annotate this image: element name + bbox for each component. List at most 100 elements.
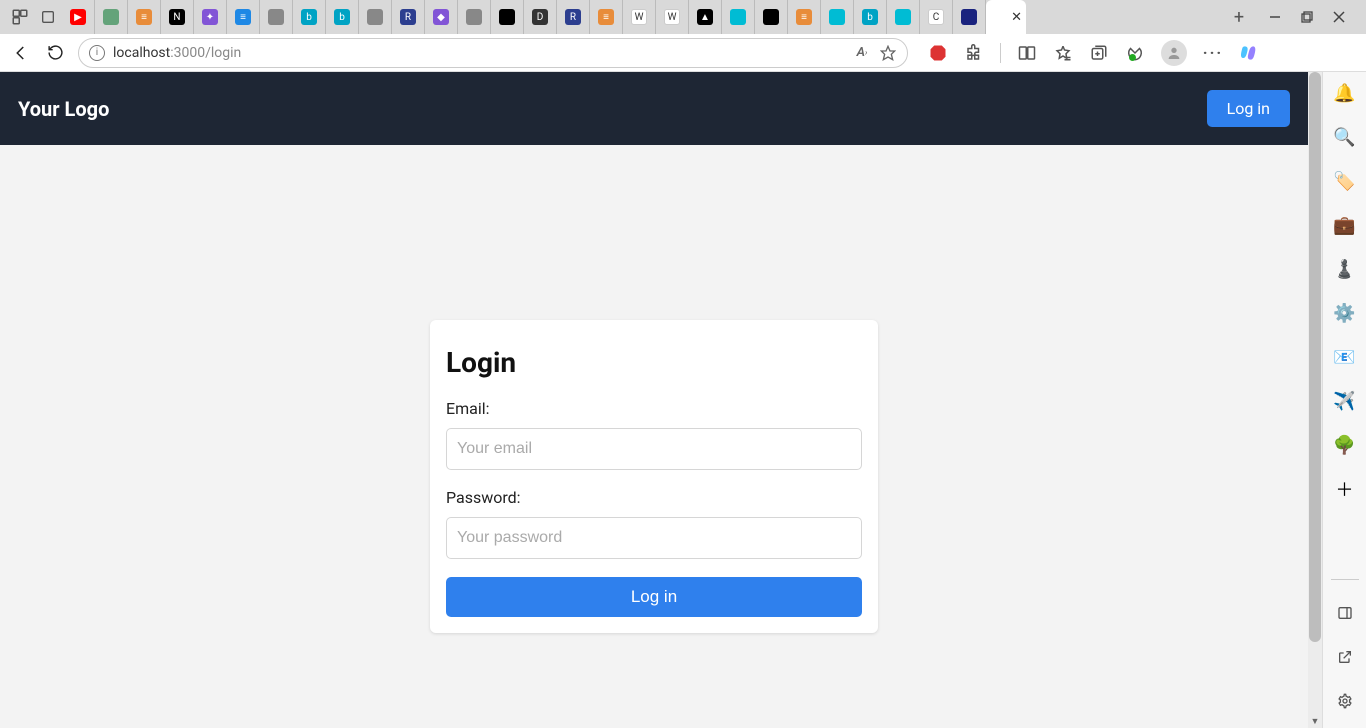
games-icon[interactable]: ♟️ bbox=[1334, 258, 1356, 280]
login-title: Login bbox=[446, 346, 862, 379]
url-text: localhost:3000/login bbox=[113, 45, 241, 61]
browser-tab[interactable]: ≡ bbox=[590, 0, 623, 34]
extensions-icon[interactable] bbox=[964, 43, 984, 63]
header-login-button[interactable]: Log in bbox=[1207, 90, 1290, 127]
password-field[interactable] bbox=[446, 517, 862, 559]
browser-tab[interactable] bbox=[821, 0, 854, 34]
submit-login-button[interactable]: Log in bbox=[446, 577, 862, 617]
copilot-icon[interactable] bbox=[1239, 43, 1259, 63]
microsoft365-icon[interactable]: ⚙️ bbox=[1334, 302, 1356, 324]
tab-favicon-icon bbox=[763, 9, 779, 25]
browser-tab[interactable]: ≡ bbox=[788, 0, 821, 34]
browser-tab[interactable] bbox=[491, 0, 524, 34]
tab-favicon-icon bbox=[466, 9, 482, 25]
workspaces-icon[interactable] bbox=[8, 5, 32, 29]
browser-tab-active[interactable]: ✕ bbox=[986, 0, 1026, 34]
browser-tab[interactable] bbox=[887, 0, 920, 34]
send-icon[interactable]: ✈️ bbox=[1334, 390, 1356, 412]
browser-tab[interactable] bbox=[95, 0, 128, 34]
browser-tab[interactable]: C bbox=[920, 0, 953, 34]
adblock-icon[interactable] bbox=[928, 43, 948, 63]
favorite-star-icon[interactable] bbox=[879, 44, 897, 62]
tab-favicon-icon: b bbox=[334, 9, 350, 25]
browser-tab[interactable]: ▲ bbox=[689, 0, 722, 34]
add-sidebar-icon[interactable]: ＋ bbox=[1334, 478, 1356, 500]
sidebar-settings-icon[interactable] bbox=[1334, 690, 1356, 712]
tab-favicon-icon bbox=[499, 9, 515, 25]
split-screen-icon[interactable] bbox=[1017, 43, 1037, 63]
tab-favicon-icon: ≡ bbox=[235, 9, 251, 25]
browser-tab[interactable]: ▶ bbox=[62, 0, 95, 34]
window-minimize-button[interactable] bbox=[1268, 10, 1282, 24]
tools-icon[interactable]: 💼 bbox=[1334, 214, 1356, 236]
back-button[interactable] bbox=[10, 42, 32, 64]
favorites-icon[interactable] bbox=[1053, 43, 1073, 63]
browser-tab[interactable]: R bbox=[557, 0, 590, 34]
tab-favicon-icon: ≡ bbox=[136, 9, 152, 25]
search-icon[interactable]: 🔍 bbox=[1334, 126, 1356, 148]
tab-favicon-icon: b bbox=[301, 9, 317, 25]
performance-icon[interactable] bbox=[1125, 43, 1145, 63]
refresh-button[interactable] bbox=[44, 42, 66, 64]
new-tab-button[interactable]: + bbox=[1224, 2, 1254, 32]
scroll-down-arrow[interactable]: ▼ bbox=[1308, 714, 1322, 728]
browser-tab[interactable]: W bbox=[623, 0, 656, 34]
address-bar[interactable]: i localhost:3000/login A› bbox=[78, 38, 908, 68]
browser-tab[interactable]: ≡ bbox=[227, 0, 260, 34]
browser-tab[interactable] bbox=[953, 0, 986, 34]
collections-icon[interactable] bbox=[1089, 43, 1109, 63]
close-tab-icon[interactable]: ✕ bbox=[1011, 10, 1022, 25]
tab-actions-icon[interactable] bbox=[36, 5, 60, 29]
more-menu-icon[interactable]: ··· bbox=[1203, 43, 1223, 63]
email-label: Email: bbox=[446, 399, 862, 418]
site-info-icon[interactable]: i bbox=[89, 45, 105, 61]
browser-tab[interactable]: D bbox=[524, 0, 557, 34]
scrollbar-track[interactable]: ▲ ▼ bbox=[1308, 72, 1322, 728]
outlook-icon[interactable]: 📧 bbox=[1334, 346, 1356, 368]
browser-tab[interactable]: b bbox=[326, 0, 359, 34]
eco-icon[interactable]: 🌳 bbox=[1334, 434, 1356, 456]
tab-favicon-icon bbox=[367, 9, 383, 25]
read-aloud-icon[interactable]: A› bbox=[853, 44, 871, 62]
tab-favicon-icon: ▶ bbox=[70, 9, 86, 25]
browser-tab[interactable]: b bbox=[293, 0, 326, 34]
tab-favicon-icon: D bbox=[532, 9, 548, 25]
browser-tab[interactable]: W bbox=[656, 0, 689, 34]
tab-favicon-icon: ✦ bbox=[202, 9, 218, 25]
notifications-icon[interactable]: 🔔 bbox=[1334, 82, 1356, 104]
browser-tab[interactable] bbox=[722, 0, 755, 34]
browser-tab[interactable]: ✦ bbox=[194, 0, 227, 34]
browser-tab[interactable] bbox=[260, 0, 293, 34]
window-maximize-button[interactable] bbox=[1300, 10, 1314, 24]
email-field[interactable] bbox=[446, 428, 862, 470]
tab-favicon-icon: W bbox=[664, 9, 680, 25]
hide-sidebar-icon[interactable] bbox=[1334, 602, 1356, 624]
browser-tab[interactable] bbox=[359, 0, 392, 34]
browser-tab[interactable]: R bbox=[392, 0, 425, 34]
browser-tab[interactable]: ◆ bbox=[425, 0, 458, 34]
browser-tab[interactable]: b bbox=[854, 0, 887, 34]
scrollbar-thumb[interactable] bbox=[1309, 72, 1321, 642]
tab-favicon-icon: C bbox=[928, 9, 944, 25]
open-link-icon[interactable] bbox=[1334, 646, 1356, 668]
shopping-icon[interactable]: 🏷️ bbox=[1334, 170, 1356, 192]
tab-favicon-icon bbox=[829, 9, 845, 25]
profile-avatar[interactable] bbox=[1161, 40, 1187, 66]
tab-favicon-icon: W bbox=[631, 9, 647, 25]
tab-favicon-icon: ≡ bbox=[598, 9, 614, 25]
tab-favicon-icon: ◆ bbox=[433, 9, 449, 25]
address-bar-row: i localhost:3000/login A› ··· bbox=[0, 34, 1366, 72]
browser-tab[interactable]: ≡ bbox=[128, 0, 161, 34]
tab-favicon-icon: N bbox=[169, 9, 185, 25]
browser-tab[interactable] bbox=[755, 0, 788, 34]
window-close-button[interactable] bbox=[1332, 10, 1346, 24]
login-card: Login Email: Password: Log in bbox=[430, 320, 878, 633]
tab-favicon-icon bbox=[895, 9, 911, 25]
browser-tab[interactable] bbox=[458, 0, 491, 34]
password-label: Password: bbox=[446, 488, 862, 507]
tab-favicon-icon bbox=[961, 9, 977, 25]
tab-favicon-icon: ▲ bbox=[697, 9, 713, 25]
browser-tab[interactable]: N bbox=[161, 0, 194, 34]
brand-logo: Your Logo bbox=[18, 97, 109, 121]
tab-favicon-icon bbox=[268, 9, 284, 25]
